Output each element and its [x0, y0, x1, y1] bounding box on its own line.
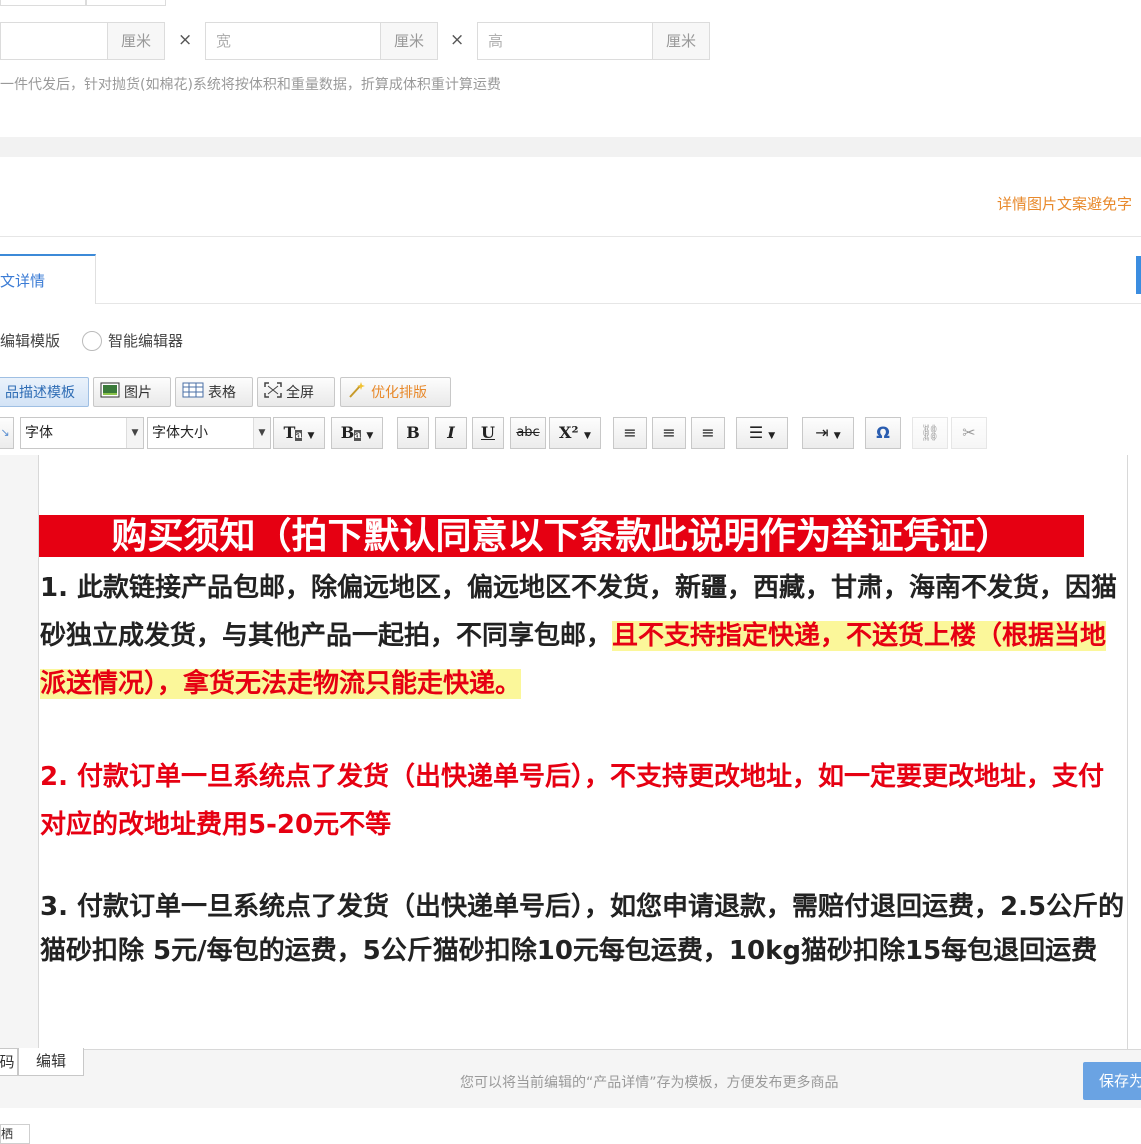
table-label: 表格: [208, 385, 236, 401]
underline-icon: U: [481, 423, 495, 442]
width-unit: 厘米: [380, 23, 437, 59]
save-as-template-button[interactable]: 保存为: [1083, 1062, 1141, 1100]
image-icon: [100, 382, 120, 402]
optimize-layout-button[interactable]: 优化排版: [340, 377, 451, 407]
times-sign: ×: [178, 30, 193, 50]
chevron-down-icon: ▼: [253, 418, 270, 448]
bottom-stub-button[interactable]: 栖: [0, 1124, 30, 1144]
chevron-down-icon: ▼: [126, 418, 143, 448]
font-family-value: 字体: [25, 425, 53, 441]
volume-hint: 一件代发后，针对抛货(如棉花)系统将按体积和重量数据，折算成体积重计算运费: [0, 77, 501, 93]
radio-smart-editor-label[interactable]: 智能编辑器: [108, 330, 183, 351]
align-right-button[interactable]: ≡: [691, 417, 725, 449]
align-left-icon: ≡: [623, 423, 637, 442]
height-input[interactable]: 高: [478, 23, 652, 59]
paragraph-1: 1. 此款链接产品包邮，除偏远地区，偏远地区不发货，新疆，西藏，甘肃，海南不发货…: [40, 564, 1126, 708]
superscript-button[interactable]: X² ▼: [549, 417, 601, 449]
text-color-icon: Ta: [283, 423, 302, 442]
italic-icon: I: [447, 423, 455, 442]
radio-edit-template-label[interactable]: 编辑模版: [0, 330, 60, 351]
underline-button[interactable]: U: [472, 417, 504, 449]
prev-input-stub: [0, 0, 86, 6]
font-color-button[interactable]: Ta ▼: [273, 417, 325, 449]
length-unit: 厘米: [107, 23, 164, 59]
bold-icon: B: [406, 423, 420, 442]
list-icon: ☰: [748, 423, 764, 442]
paragraph-3: 3. 付款订单一旦系统点了发货（出快递单号后），如您申请退款，需赔付退回运费，2…: [40, 892, 1125, 966]
tab-detail-label: 文详情: [0, 272, 46, 290]
desc-template-label: 品描述模板: [5, 385, 75, 401]
indent-icon: ⇥: [815, 423, 829, 442]
prev-input-stub: [86, 0, 166, 6]
fullscreen-label: 全屏: [286, 385, 314, 401]
strikethrough-button[interactable]: abc: [510, 417, 546, 449]
desc-template-button[interactable]: 品描述模板: [0, 377, 89, 407]
section-divider: [0, 137, 1141, 157]
divider: [0, 236, 1141, 237]
font-family-select[interactable]: 字体 ▼: [20, 417, 144, 449]
unlink-button[interactable]: ✂: [951, 417, 987, 449]
align-center-icon: ≡: [662, 423, 676, 442]
height-unit: 厘米: [652, 23, 709, 59]
optimize-layout-label: 优化排版: [371, 385, 427, 401]
italic-button[interactable]: I: [435, 417, 467, 449]
superscript-icon: X²: [559, 423, 579, 442]
image-label: 图片: [124, 385, 152, 401]
font-size-select[interactable]: 字体大小 ▼: [147, 417, 271, 449]
fullscreen-icon: [264, 382, 282, 402]
width-input[interactable]: 宽: [206, 23, 380, 59]
height-field[interactable]: 高 厘米: [477, 22, 710, 60]
side-action-button[interactable]: [1136, 256, 1141, 294]
link-icon: ⛓: [919, 423, 941, 442]
omega-icon: Ω: [876, 423, 890, 442]
font-size-value: 字体大小: [152, 425, 208, 441]
special-char-button[interactable]: Ω: [865, 417, 901, 449]
bold-button[interactable]: B: [397, 417, 429, 449]
times-sign: ×: [450, 30, 465, 50]
save-template-hint: 您可以将当前编辑的“产品详情”存为模板，方便发布更多商品: [460, 1075, 839, 1091]
paragraph-2: 2. 付款订单一旦系统点了发货（出快递单号后），不支持更改地址，如一定要更改地址…: [40, 762, 1105, 840]
bg-color-icon: Ba: [340, 423, 361, 442]
list-button[interactable]: ☰ ▼: [736, 417, 788, 449]
align-center-button[interactable]: ≡: [652, 417, 686, 449]
strikethrough-icon: abc: [516, 425, 540, 440]
radio-smart-editor[interactable]: [82, 331, 102, 351]
link-button[interactable]: ⛓: [912, 417, 948, 449]
length-field[interactable]: 厘米: [0, 22, 165, 60]
tab-divider: [96, 303, 1141, 304]
format-paint-icon[interactable]: ↘: [0, 417, 14, 449]
table-button[interactable]: 表格: [175, 377, 253, 407]
align-left-button[interactable]: ≡: [613, 417, 647, 449]
tab-source-code[interactable]: 码: [0, 1048, 18, 1076]
length-input[interactable]: [1, 23, 107, 59]
tab-edit[interactable]: 编辑: [18, 1048, 84, 1076]
table-icon: [182, 382, 204, 402]
bottom-stub-label: 栖: [1, 1127, 14, 1141]
width-field[interactable]: 宽 厘米: [205, 22, 438, 60]
image-button[interactable]: 图片: [93, 377, 171, 407]
align-right-icon: ≡: [701, 423, 715, 442]
purchase-notice-title: 购买须知（拍下默认同意以下条款此说明作为举证凭证）: [39, 515, 1084, 557]
tab-detail[interactable]: 文详情: [0, 254, 96, 304]
unlink-icon: ✂: [962, 423, 976, 442]
background-color-button[interactable]: Ba ▼: [331, 417, 383, 449]
editor-gutter: [0, 455, 38, 1049]
magic-wand-icon: [347, 381, 367, 403]
detail-image-note: 详情图片文案避免字: [997, 195, 1133, 213]
indent-button[interactable]: ⇥ ▼: [802, 417, 854, 449]
fullscreen-button[interactable]: 全屏: [257, 377, 335, 407]
